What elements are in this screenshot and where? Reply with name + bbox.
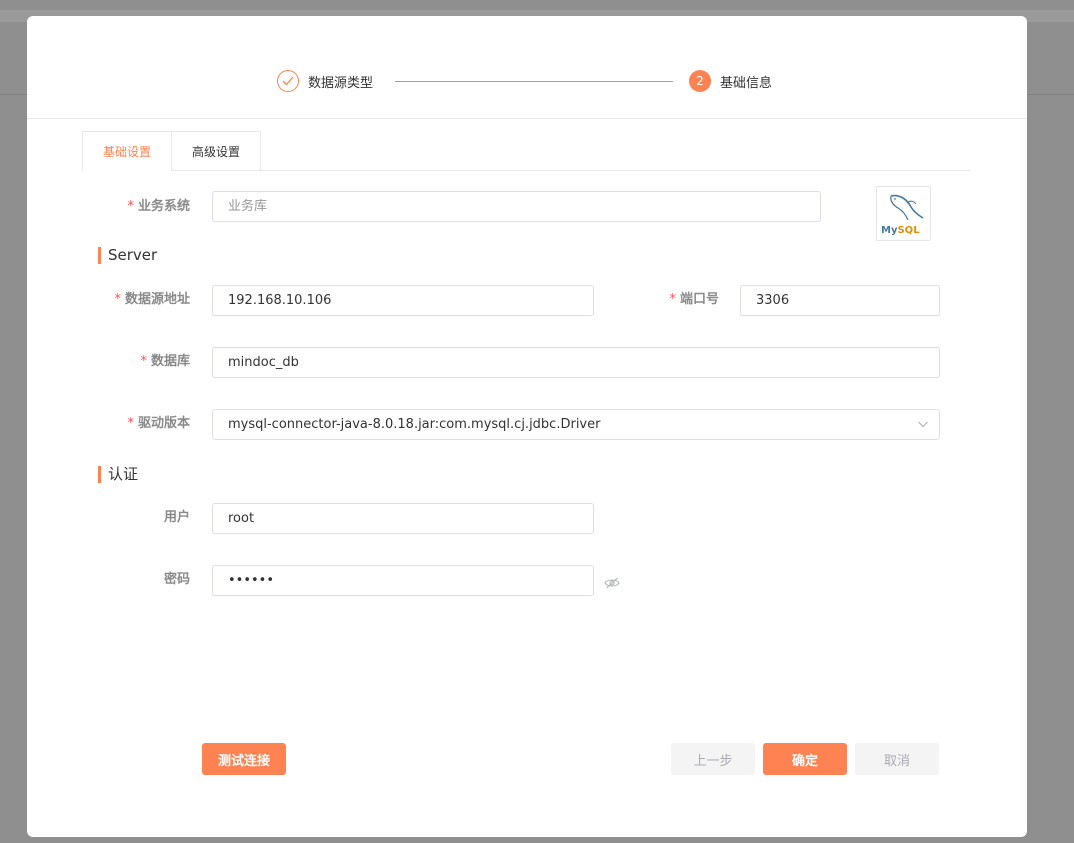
host-input[interactable] xyxy=(212,285,594,316)
database-label: * 数据库 xyxy=(87,354,190,370)
business-system-label: * 业务系统 xyxy=(87,199,190,215)
host-label: * 数据源地址 xyxy=(87,292,190,308)
label-text: 数据库 xyxy=(150,354,190,369)
driver-selected-value: mysql-connector-java-8.0.18.jar:com.mysq… xyxy=(228,417,601,432)
required-mark: * xyxy=(114,292,121,307)
label-text: 端口号 xyxy=(679,292,719,307)
cancel-button[interactable]: 取消 xyxy=(855,743,939,775)
server-section-title: Server xyxy=(98,247,157,264)
datasource-modal: 数据源类型 2 基础信息 基础设置 高级设置 *业务系统 MySQL Serve… xyxy=(27,16,1027,837)
mysql-logo: MySQL xyxy=(876,186,931,241)
port-input[interactable] xyxy=(740,285,940,316)
logo-text-my: My xyxy=(881,225,898,236)
tab-basic-settings[interactable]: 基础设置 xyxy=(82,131,172,171)
step-number: 2 xyxy=(689,70,711,92)
mysql-logo-text: MySQL xyxy=(881,225,920,236)
password-label: 密码 xyxy=(87,572,190,588)
label-text: 密码 xyxy=(163,572,190,587)
required-mark: * xyxy=(127,416,134,431)
label-text: 数据源地址 xyxy=(124,292,190,307)
check-icon xyxy=(277,70,299,92)
user-input[interactable] xyxy=(212,503,594,534)
logo-text-sql: SQL xyxy=(897,225,920,236)
password-input[interactable] xyxy=(212,565,594,596)
tab-advanced-settings[interactable]: 高级设置 xyxy=(171,131,261,170)
prev-step-button[interactable]: 上一步 xyxy=(671,743,755,775)
label-text: 驱动版本 xyxy=(137,416,190,431)
step-title: 数据源类型 xyxy=(308,75,374,91)
chevron-down-icon xyxy=(917,418,929,434)
database-input[interactable] xyxy=(212,347,940,378)
step-basic-info: 2 基础信息 xyxy=(689,70,772,92)
step-datasource-type[interactable]: 数据源类型 xyxy=(277,70,373,92)
mysql-dolphin-icon xyxy=(890,194,924,221)
auth-section-title: 认证 xyxy=(98,466,138,483)
step-connector xyxy=(395,81,673,82)
user-label: 用户 xyxy=(87,510,190,526)
test-connection-button[interactable]: 测试连接 xyxy=(202,743,286,775)
settings-tabs: 基础设置 高级设置 xyxy=(82,131,971,171)
driver-select[interactable]: mysql-connector-java-8.0.18.jar:com.mysq… xyxy=(212,409,940,440)
steps-bar: 数据源类型 2 基础信息 xyxy=(27,16,1027,119)
required-mark: * xyxy=(127,199,134,214)
business-system-input[interactable] xyxy=(212,191,821,222)
label-text: 用户 xyxy=(163,510,190,525)
required-mark: * xyxy=(669,292,676,307)
driver-label: * 驱动版本 xyxy=(87,416,190,432)
label-text: 业务系统 xyxy=(137,199,190,214)
eye-off-icon[interactable] xyxy=(604,574,620,593)
required-mark: * xyxy=(140,354,147,369)
confirm-button[interactable]: 确定 xyxy=(763,743,847,775)
step-title: 基础信息 xyxy=(720,75,773,91)
port-label: * 端口号 xyxy=(617,292,719,308)
